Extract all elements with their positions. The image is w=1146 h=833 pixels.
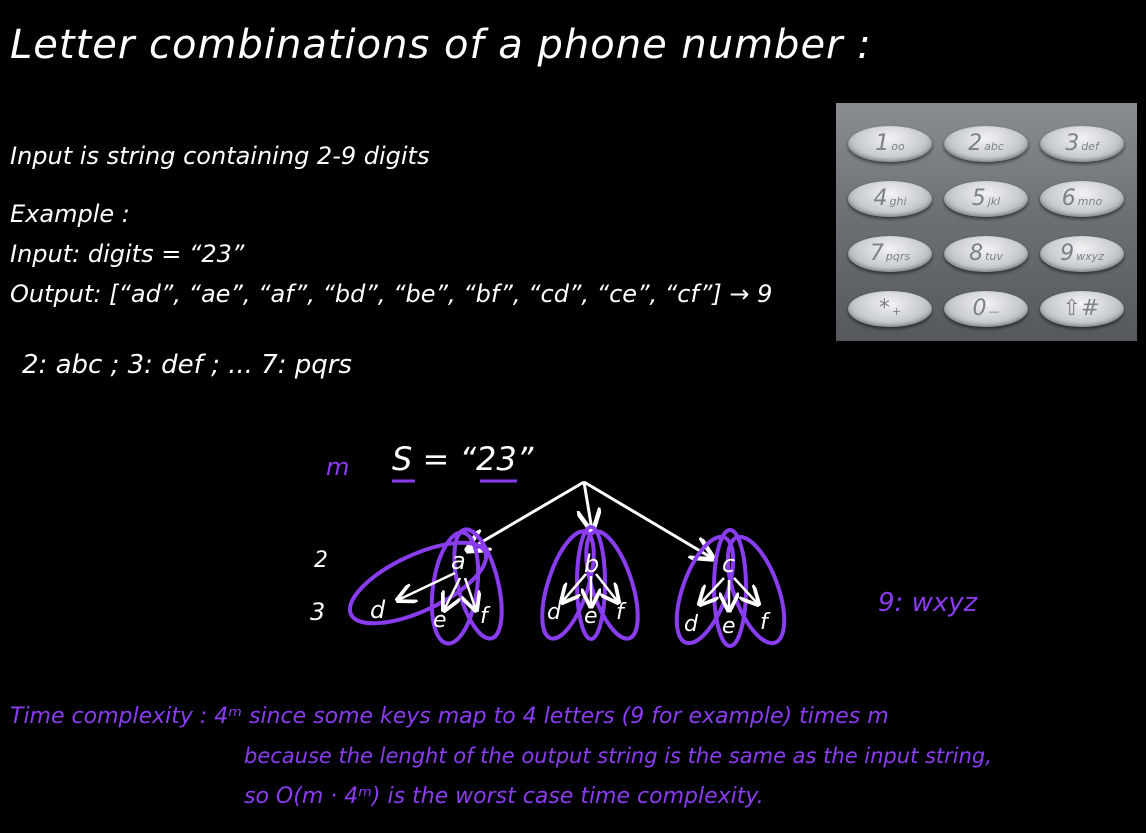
level-label-3: 3 — [310, 598, 326, 626]
complexity-line-2: because the lenght of the output string … — [244, 744, 992, 768]
edge-b-f — [595, 573, 618, 602]
edge-a-d — [398, 571, 456, 600]
node-b: b — [584, 550, 600, 578]
edge-root-b — [584, 481, 592, 530]
root-label: S = “23” — [392, 440, 534, 478]
node-a-e: e — [433, 608, 447, 633]
node-b-f: f — [616, 600, 624, 625]
level-label-2: 2 — [314, 548, 328, 573]
side-note: 9: wxyz — [878, 588, 978, 618]
node-c-f: f — [760, 610, 768, 635]
node-a-f: f — [480, 604, 488, 629]
edge-b-d — [562, 573, 587, 602]
node-a-d: d — [370, 596, 386, 624]
node-c-d: d — [684, 612, 698, 637]
node-a: a — [451, 547, 466, 575]
node-c-e: e — [722, 614, 736, 639]
complexity-line-3: so O(m · 4ᵐ) is the worst case time comp… — [244, 784, 764, 809]
edge-root-a — [468, 480, 585, 550]
edge-c-d — [700, 577, 725, 604]
complexity-line-1: Time complexity : 4ᵐ since some keys map… — [10, 704, 889, 729]
m-label: m — [326, 453, 350, 481]
node-b-d: d — [547, 600, 561, 625]
node-b-e: e — [584, 604, 598, 629]
node-c: c — [722, 550, 736, 578]
